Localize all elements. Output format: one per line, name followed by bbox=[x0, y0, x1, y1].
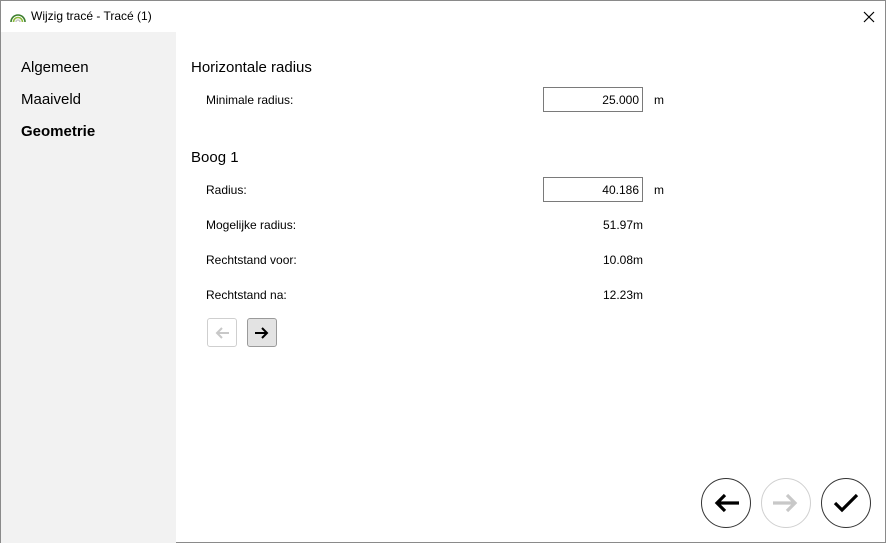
sidebar-item-algemeen[interactable]: Algemeen bbox=[21, 59, 89, 76]
straight-before-label: Rechtstand voor: bbox=[206, 253, 297, 267]
sidebar: Algemeen Maaiveld Geometrie bbox=[1, 32, 176, 543]
straight-after-label: Rechtstand na: bbox=[206, 288, 287, 302]
main-content: Horizontale radius Minimale radius: m Bo… bbox=[176, 32, 885, 543]
arrow-left-icon bbox=[215, 326, 229, 339]
straight-before-value: 10.08m bbox=[602, 253, 643, 267]
min-radius-label: Minimale radius: bbox=[206, 93, 294, 107]
prev-arc-button[interactable] bbox=[207, 318, 237, 347]
sidebar-item-geometrie[interactable]: Geometrie bbox=[21, 123, 95, 140]
next-arc-button[interactable] bbox=[247, 318, 277, 347]
forward-button[interactable] bbox=[761, 478, 811, 528]
horizontal-radius-heading: Horizontale radius bbox=[191, 59, 312, 76]
radius-input[interactable] bbox=[543, 177, 643, 202]
arrow-left-icon bbox=[714, 493, 739, 513]
arrow-right-icon bbox=[773, 493, 798, 513]
check-icon bbox=[833, 493, 859, 513]
min-radius-input[interactable] bbox=[543, 87, 643, 112]
sidebar-item-maaiveld[interactable]: Maaiveld bbox=[21, 91, 81, 108]
straight-after-value: 12.23m bbox=[602, 288, 643, 302]
window-title: Wijzig tracé - Tracé (1) bbox=[31, 9, 152, 23]
close-button[interactable] bbox=[853, 1, 885, 32]
dialog-window: Wijzig tracé - Tracé (1) Algemeen Maaive… bbox=[0, 0, 886, 543]
radius-unit: m bbox=[654, 183, 664, 197]
arrow-right-icon bbox=[255, 326, 269, 339]
possible-radius-label: Mogelijke radius: bbox=[206, 218, 297, 232]
confirm-button[interactable] bbox=[821, 478, 871, 528]
back-button[interactable] bbox=[701, 478, 751, 528]
title-bar: Wijzig tracé - Tracé (1) bbox=[1, 1, 885, 32]
possible-radius-value: 51.97m bbox=[602, 218, 643, 232]
arc-heading: Boog 1 bbox=[191, 149, 239, 166]
app-logo-icon bbox=[10, 8, 26, 24]
radius-label: Radius: bbox=[206, 183, 247, 197]
close-icon bbox=[863, 11, 875, 22]
min-radius-unit: m bbox=[654, 93, 664, 107]
